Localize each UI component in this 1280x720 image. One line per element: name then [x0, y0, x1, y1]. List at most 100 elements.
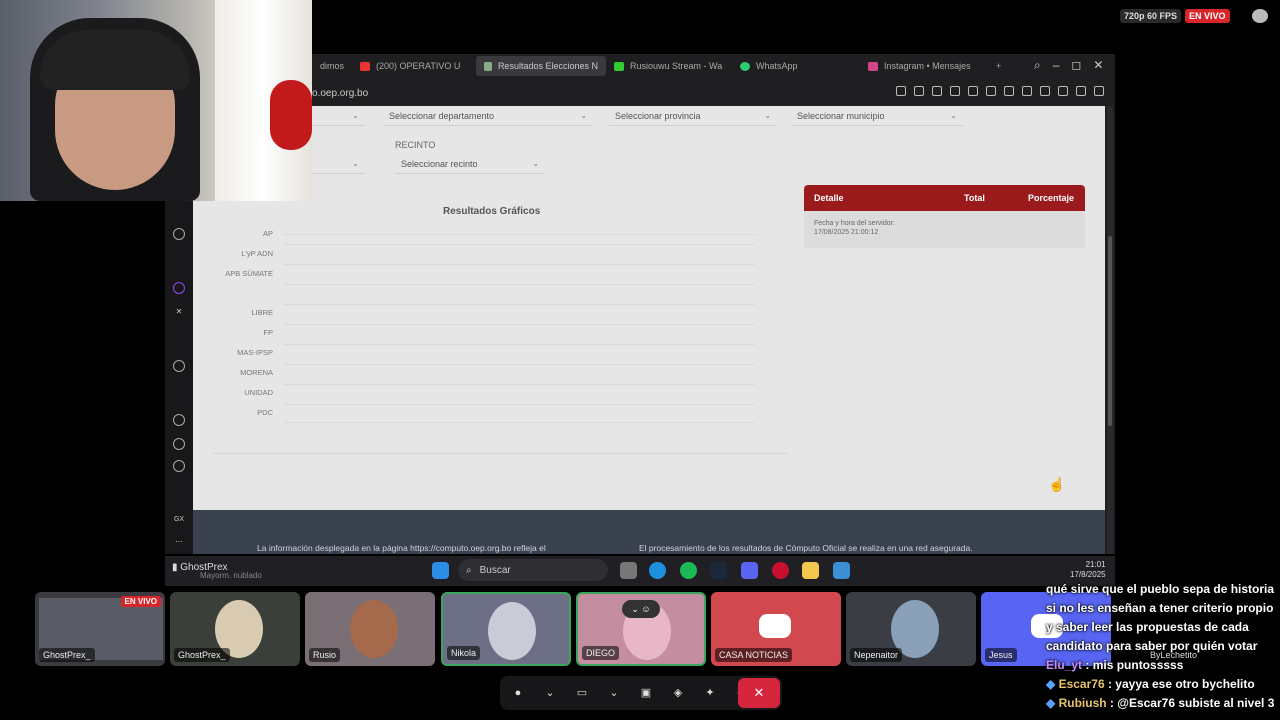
x-icon[interactable]: ✕	[173, 306, 185, 318]
extensions-icon[interactable]	[1040, 86, 1050, 96]
chat-message: ◆ Escar76 : yayya ese otro bychelito	[1046, 677, 1255, 691]
minimize-icon[interactable]: –	[1053, 58, 1060, 73]
chat-message: ◆ Rubiush : @Escar76 subiste al nivel 3	[1046, 696, 1275, 710]
provincia-select[interactable]: Seleccionar provincia ⌄	[609, 106, 777, 126]
chat-bubble-icon[interactable]	[1252, 9, 1268, 23]
live-badge: EN VIVO	[120, 596, 161, 607]
address-bar[interactable]: o.oep.org.bo	[312, 84, 812, 102]
arrow-icon[interactable]	[173, 228, 185, 240]
detail-table-header: Detalle Total Porcentaje	[804, 185, 1085, 211]
discord-tile[interactable]: CASA NOTICIAS	[711, 592, 841, 666]
discord-tile[interactable]: Rusio	[305, 592, 435, 666]
menu-icon[interactable]	[1094, 86, 1104, 96]
chart-gridline	[283, 364, 755, 365]
streamer-cap	[40, 30, 190, 90]
windows-start-icon[interactable]	[432, 562, 449, 579]
microphone-icon[interactable]: ●	[510, 686, 526, 700]
chart-gridline	[283, 244, 755, 245]
player-icon[interactable]	[173, 360, 185, 372]
discord-tile[interactable]: ⌄ ☺ DIEGO	[576, 592, 706, 666]
gx-icon[interactable]: GX	[173, 514, 185, 526]
download-icon[interactable]	[1076, 86, 1086, 96]
instagram-icon	[868, 61, 878, 71]
detail-col: Detalle	[814, 193, 844, 203]
tab-operativo[interactable]: (200) OPERATIVO U	[352, 56, 476, 76]
party-label: L'yP ADN	[241, 249, 273, 258]
party-label: APB SÚMATE	[225, 269, 273, 278]
edge-icon[interactable]	[649, 562, 666, 579]
leave-call-button[interactable]: ✕	[738, 678, 780, 708]
tab-rusiouwu[interactable]: Rusiouwu Stream - Wa	[606, 56, 732, 76]
pin-icon[interactable]	[914, 86, 924, 96]
discord-tile[interactable]: Nikola	[441, 592, 571, 666]
translate-icon[interactable]	[968, 86, 978, 96]
play-icon[interactable]	[1004, 86, 1014, 96]
taskbar-clock[interactable]: 21:01 17/8/2025	[1070, 560, 1106, 580]
app-icon[interactable]	[833, 562, 850, 579]
task-view-icon[interactable]	[620, 562, 637, 579]
chart-gridline	[283, 384, 755, 385]
soundboard-icon[interactable]: ✦	[702, 686, 718, 700]
twitch-icon[interactable]	[173, 282, 185, 294]
tile-name: Jesus	[985, 648, 1017, 662]
screen-share-icon[interactable]: ▣	[638, 686, 654, 700]
zoom-icon[interactable]	[896, 86, 906, 96]
snap-icon[interactable]	[986, 86, 996, 96]
party-label: UNIDAD	[244, 388, 273, 397]
windows-taskbar	[165, 556, 1115, 586]
camera-off-icon[interactable]: ▭	[574, 686, 590, 700]
chat-username: Escar76	[1058, 677, 1105, 691]
screenshot-icon[interactable]	[932, 86, 942, 96]
file-explorer-icon[interactable]	[802, 562, 819, 579]
discord-tile[interactable]: Nepenaitor	[846, 592, 976, 666]
new-tab-button[interactable]: +	[988, 56, 1008, 76]
tab-bar: dimos (200) OPERATIVO U Resultados Elecc…	[312, 56, 1112, 76]
tile-name: Nikola	[447, 646, 481, 660]
tile-name: GhostPrex_	[39, 648, 95, 662]
discord-tile[interactable]: GhostPrex_	[170, 592, 300, 666]
stream-status: 720p 60 FPS EN VIVO	[1120, 8, 1230, 24]
tab-whatsapp[interactable]: WhatsApp	[732, 56, 860, 76]
spotify-icon[interactable]	[680, 562, 697, 579]
footer-left-text: La información desplegada en la página h…	[257, 543, 546, 553]
settings-icon[interactable]	[173, 460, 185, 472]
more-icon[interactable]: ⋯	[173, 536, 185, 548]
chart-gridline	[283, 422, 755, 423]
whatsapp-icon	[740, 61, 750, 71]
kick-icon	[614, 61, 624, 71]
watch-stream-icon[interactable]: ⌄ ☺	[622, 600, 660, 618]
chart-gridline	[283, 304, 755, 305]
history-icon[interactable]	[173, 414, 185, 426]
shield-icon[interactable]	[950, 86, 960, 96]
recinto-label: RECINTO	[395, 140, 436, 150]
chevron-down-icon[interactable]: ⌄	[606, 686, 622, 700]
tab-instagram[interactable]: Instagram • Mensajes	[860, 56, 988, 76]
select-second[interactable]: ⌄	[305, 154, 365, 174]
heart-icon[interactable]	[1022, 86, 1032, 96]
chevron-down-icon: ⌄	[580, 111, 587, 120]
recinto-select[interactable]: Seleccionar recinto ⌄	[395, 154, 545, 174]
discord-tile[interactable]: EN VIVO GhostPrex_	[35, 592, 165, 666]
municipio-select[interactable]: Seleccionar municipio ⌄	[791, 106, 963, 126]
party-label: MORENA	[240, 368, 273, 377]
puzzle-icon[interactable]	[173, 438, 185, 450]
search-icon[interactable]: ⌕	[1034, 58, 1041, 73]
tab-resultados[interactable]: Resultados Elecciones N	[476, 56, 606, 76]
discord-icon[interactable]	[741, 562, 758, 579]
select-first[interactable]: ⌄	[305, 106, 365, 126]
taskbar-search[interactable]: ⌕ Buscar	[458, 559, 608, 581]
discord-logo-icon	[759, 614, 791, 638]
cube-icon[interactable]	[1058, 86, 1068, 96]
opera-gx-icon[interactable]	[772, 562, 789, 579]
chevron-down-icon[interactable]: ⌄	[542, 686, 558, 700]
maximize-icon[interactable]: ◻	[1071, 58, 1081, 73]
youtube-icon	[360, 61, 370, 71]
steam-icon[interactable]	[710, 562, 727, 579]
activity-icon[interactable]: ◈	[670, 686, 686, 700]
quality-badge: 720p 60 FPS	[1120, 9, 1182, 23]
tab-dimos[interactable]: dimos	[312, 56, 352, 76]
scroll-thumb[interactable]	[1108, 236, 1112, 426]
page-scrollbar[interactable]	[1107, 106, 1113, 554]
departamento-select[interactable]: Seleccionar departamento ⌄	[383, 106, 593, 126]
close-icon[interactable]: ✕	[1093, 58, 1103, 73]
